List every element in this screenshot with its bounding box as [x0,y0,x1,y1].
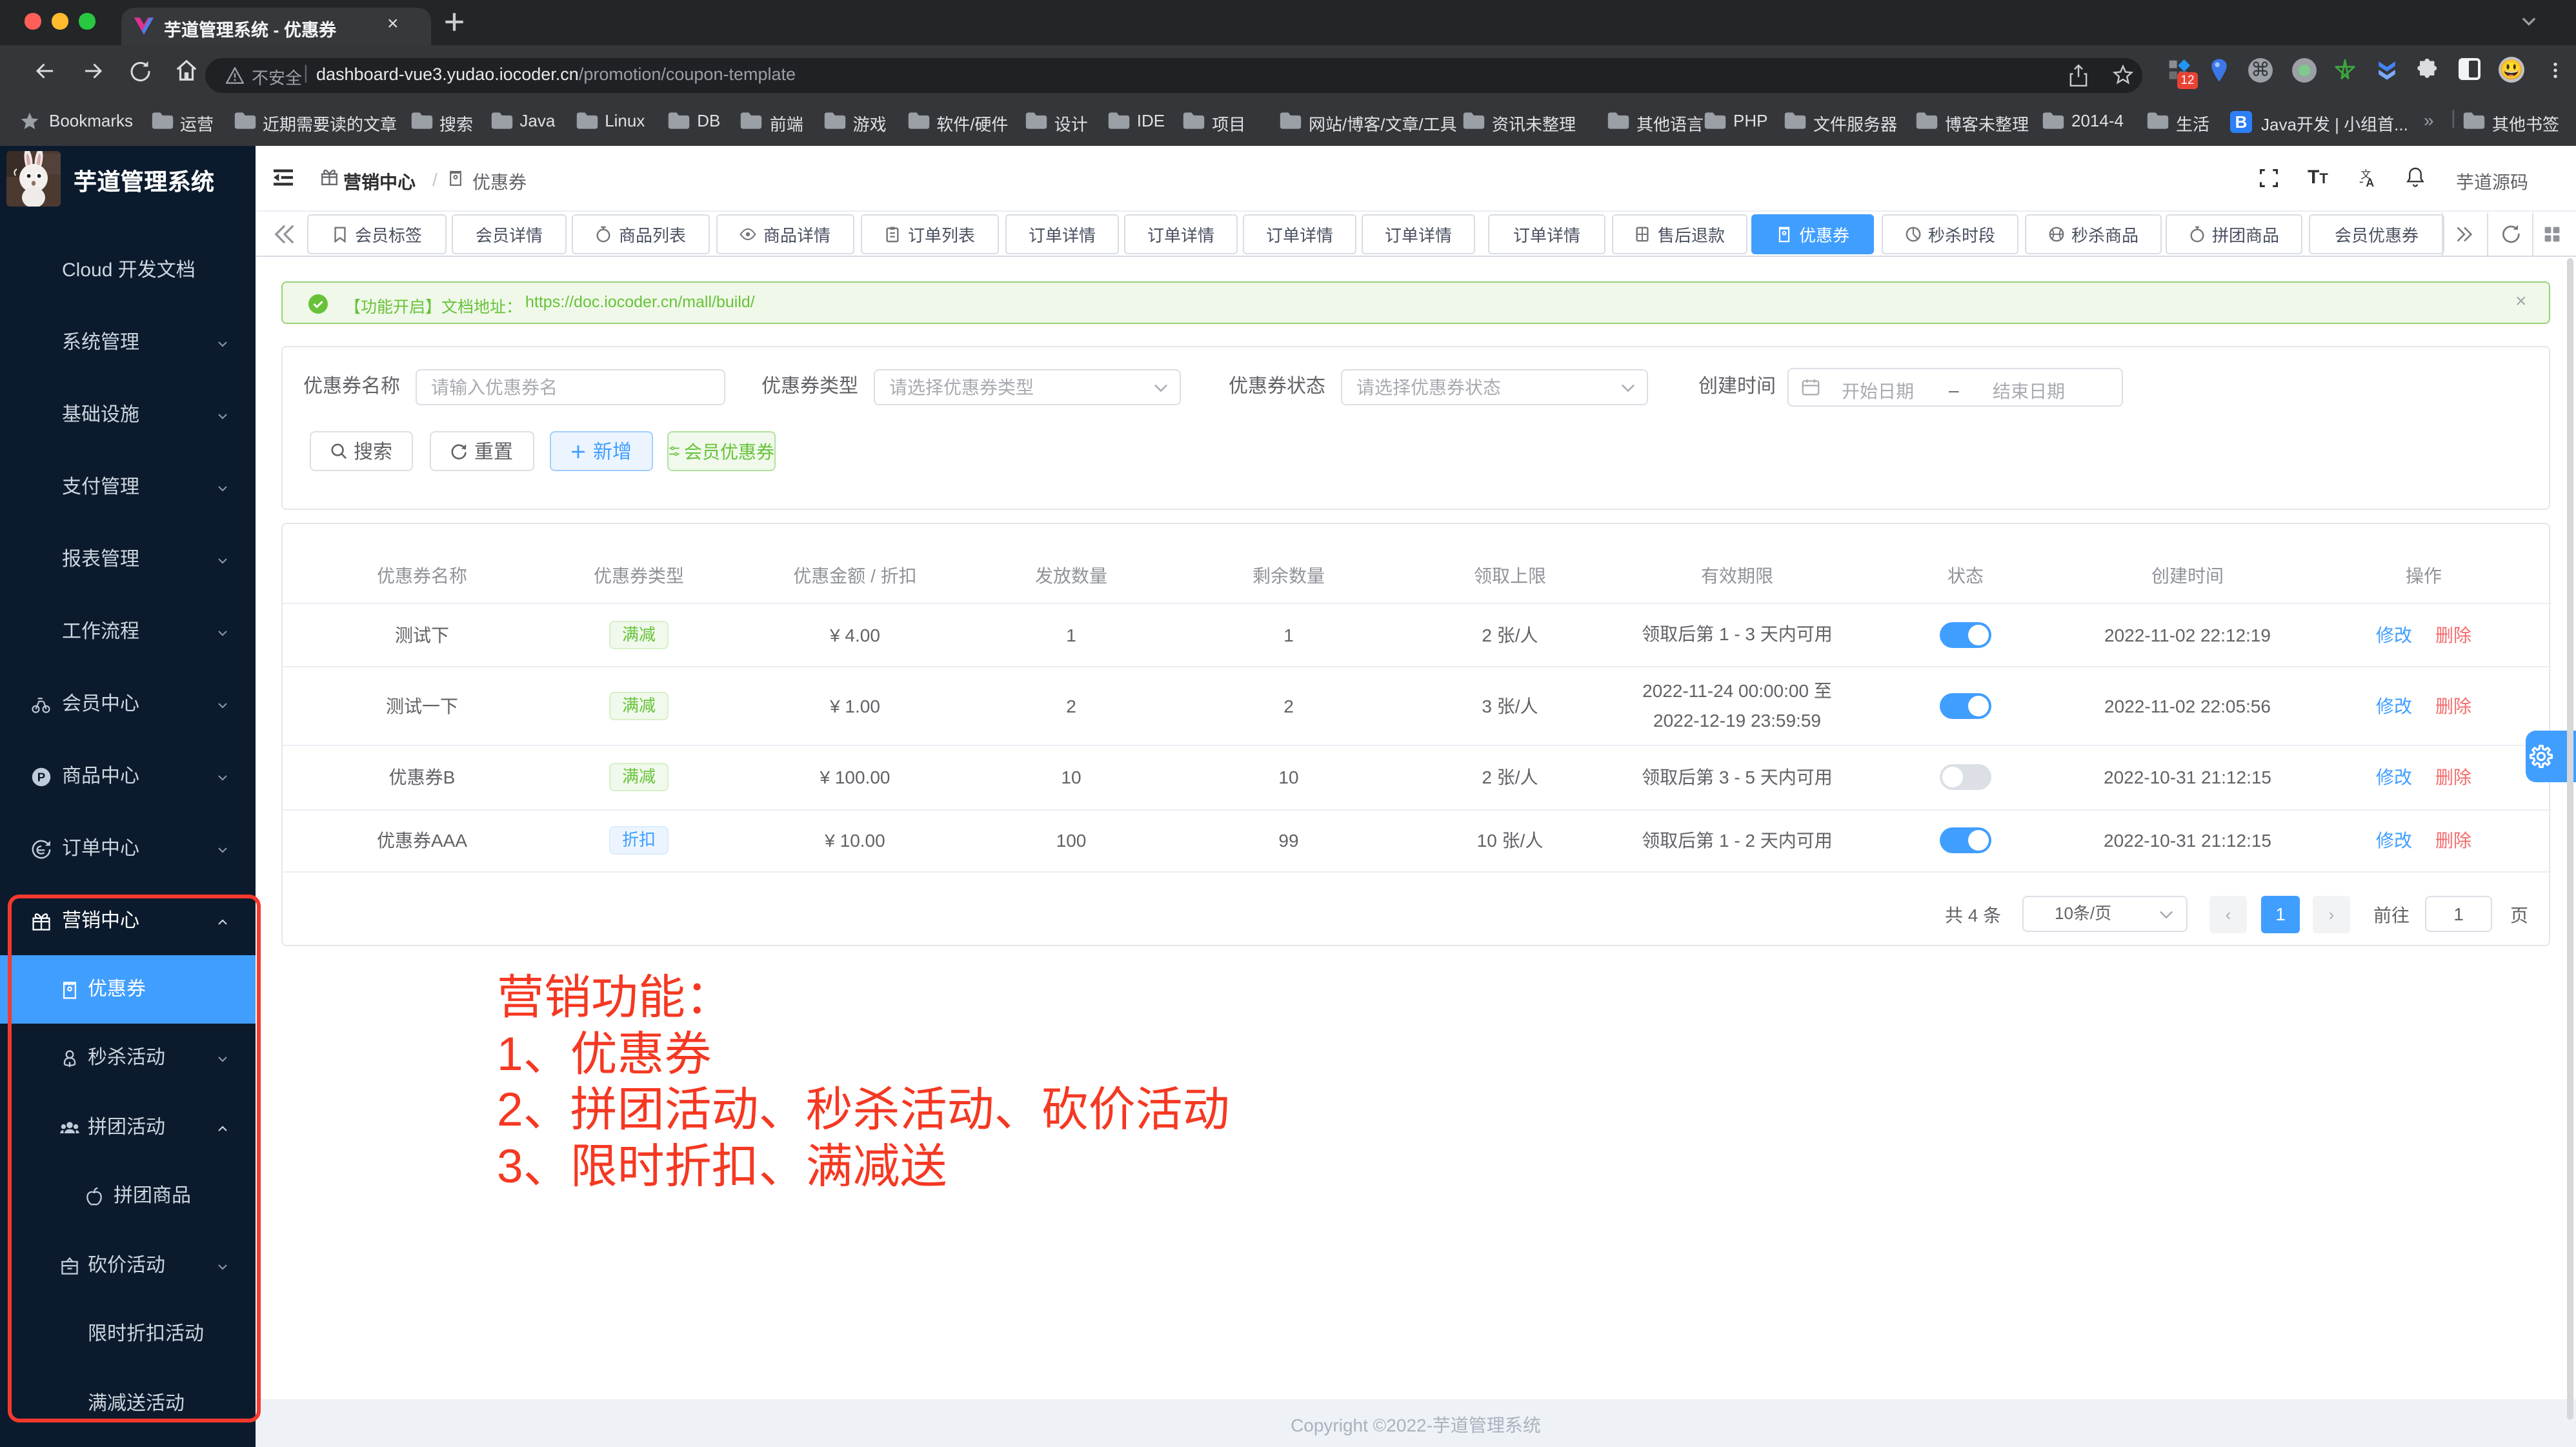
svg-text:A: A [2366,176,2374,188]
svg-text:P: P [37,770,45,784]
